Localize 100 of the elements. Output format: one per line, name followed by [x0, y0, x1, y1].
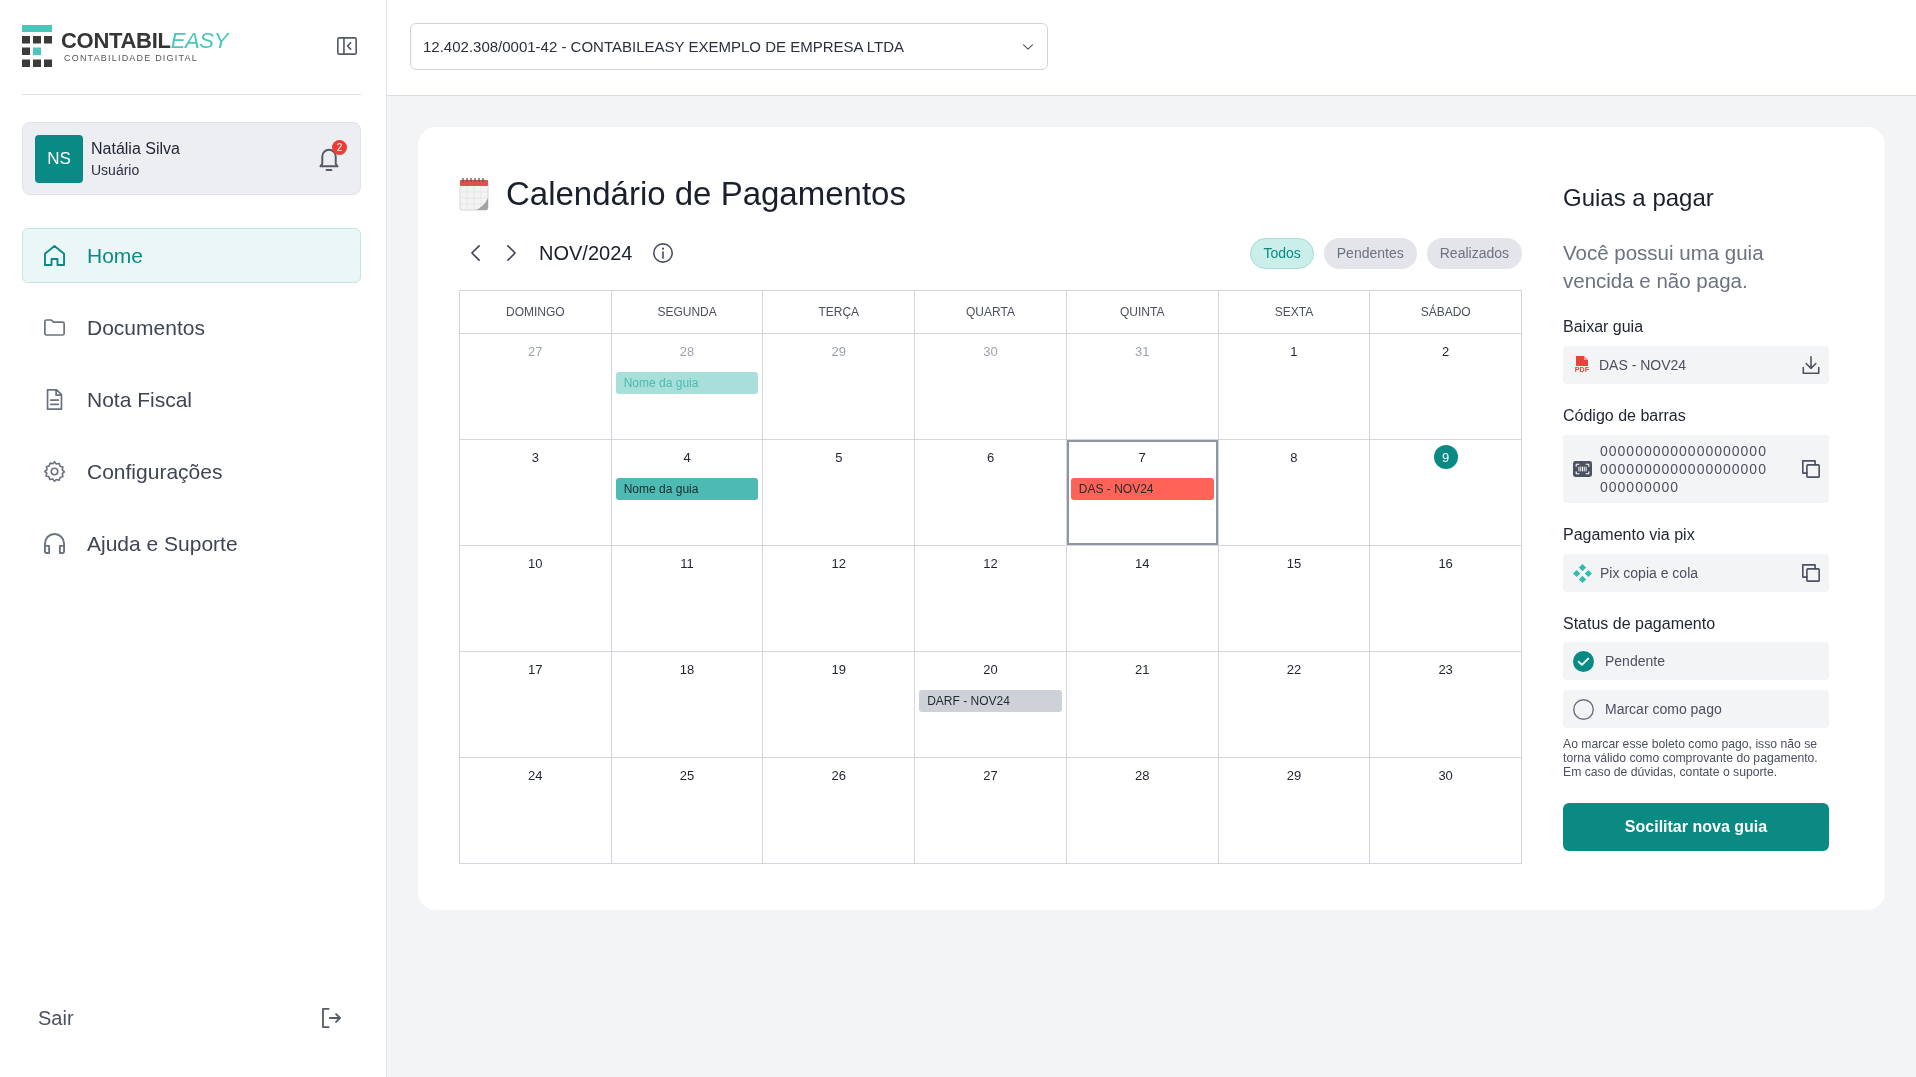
calendar-event[interactable]: Nome da guia	[615, 478, 759, 500]
section-label: Baixar guia	[1563, 317, 1645, 337]
calendar-day-cell[interactable]: 18	[611, 652, 764, 758]
day-number: 17	[528, 661, 543, 677]
day-number: 14	[1134, 555, 1150, 571]
day-number: 1	[1290, 343, 1298, 359]
chevron-down-icon	[1023, 43, 1033, 50]
day-number: 16	[1438, 555, 1453, 571]
copy-icon[interactable]	[1802, 460, 1820, 478]
calendar-day-cell[interactable]: 16	[1370, 546, 1522, 652]
calendar-day-cell[interactable]: 1	[1218, 334, 1371, 440]
calendar-day-cell[interactable]: 4 Nome da guia	[611, 440, 764, 546]
chevron-left-icon[interactable]	[471, 245, 480, 261]
download-icon[interactable]	[1802, 356, 1820, 374]
sidebar-collapse-icon[interactable]	[337, 37, 357, 55]
calendar-day-cell[interactable]: 3	[460, 440, 612, 546]
calendar-day-cell[interactable]: 10	[460, 546, 612, 652]
month-label: NOV/2024	[539, 241, 633, 265]
calendar-day-cell[interactable]: 2	[1370, 334, 1522, 440]
logout-icon	[322, 1008, 341, 1028]
page-title: Calendário de Pagamentos	[506, 175, 906, 213]
pix-label: Pix copia e cola	[1600, 565, 1700, 581]
calendar-day-cell[interactable]: 26	[763, 758, 916, 864]
company-select[interactable]: 12.402.308/0001-42 - CONTABILEASY EXEMPLO DE EMPRESA LTDA	[410, 23, 1048, 70]
day-number: 3	[531, 449, 539, 465]
panel-title: Guias a pagar	[1563, 183, 1715, 213]
weekday-header: QUARTA	[915, 291, 1067, 334]
weekday-header: QUINTA	[1066, 291, 1219, 334]
calendar-day-cell[interactable]: 12	[915, 546, 1067, 652]
notification-badge: 2	[332, 139, 347, 155]
calendar-day-cell[interactable]: 21	[1066, 652, 1219, 758]
calendar-event[interactable]: DARF - NOV24	[919, 690, 1062, 712]
day-number: 10	[528, 555, 543, 571]
day-number: 18	[679, 661, 695, 677]
filter-chip[interactable]: Pendentes	[1323, 237, 1417, 269]
calendar-day-cell[interactable]: 29	[1218, 758, 1371, 864]
calendar-day-cell[interactable]: 15	[1218, 546, 1371, 652]
day-number: 2	[1442, 343, 1450, 359]
weekday-header: SEXTA	[1218, 291, 1371, 334]
day-number: 29	[831, 343, 846, 359]
day-number: 20	[983, 661, 998, 677]
calendar-day-cell[interactable]: 5	[763, 440, 916, 546]
filter-chip[interactable]: Realizados	[1426, 237, 1522, 269]
calendar-day-cell[interactable]: 25	[611, 758, 764, 864]
day-number: 19	[831, 661, 846, 677]
day-number: 7	[1138, 449, 1146, 465]
calendar-day-cell[interactable]: 27	[915, 758, 1067, 864]
day-number: 31	[1134, 343, 1150, 359]
day-number: 25	[679, 767, 695, 783]
calendar-day-cell[interactable]: 8	[1218, 440, 1371, 546]
day-number: 29	[1286, 767, 1302, 783]
day-number: 9	[1433, 445, 1458, 469]
barcode-icon	[1573, 461, 1592, 477]
folder-icon	[44, 317, 65, 338]
weekday-header: TERÇA	[763, 291, 916, 334]
calendar-day-cell[interactable]: 22	[1218, 652, 1371, 758]
day-number: 28	[679, 343, 695, 359]
day-number: 8	[1290, 449, 1298, 465]
sidebar-nav-item[interactable]: Configurações	[22, 444, 361, 499]
weekday-header: SEGUNDA	[611, 291, 764, 334]
request-guide-button[interactable]: Socilitar nova guia	[1563, 803, 1829, 851]
status-option[interactable]: Marcar como pago	[1563, 690, 1829, 728]
logout-button[interactable]: Sair	[22, 1003, 361, 1033]
day-number: 30	[983, 343, 998, 359]
calendar-day-cell[interactable]: 17	[460, 652, 612, 758]
chevron-right-icon[interactable]	[507, 245, 516, 261]
logo-wordmark: CONTABILEASY	[61, 28, 229, 53]
calendar-day-cell[interactable]: 12	[763, 546, 916, 652]
headset-icon	[44, 533, 65, 554]
section-label: Código de barras	[1563, 406, 1687, 426]
copy-icon[interactable]	[1802, 564, 1820, 582]
calendar-day-cell[interactable]: 6	[915, 440, 1067, 546]
info-icon[interactable]	[653, 243, 674, 263]
day-number: 23	[1438, 661, 1453, 677]
user-role: Usuário	[91, 161, 140, 178]
sidebar-nav-item[interactable]: Home	[22, 228, 361, 283]
day-number: 4	[683, 449, 691, 465]
calendar-day-cell[interactable]: 23	[1370, 652, 1522, 758]
day-number: 22	[1286, 661, 1302, 677]
day-number: 6	[986, 449, 995, 465]
sidebar-nav-item[interactable]: Nota Fiscal	[22, 372, 361, 427]
barcode-number: 00000000000000000000000000000000000000000000000	[1600, 442, 1767, 496]
calendar-day-cell[interactable]: 19	[763, 652, 916, 758]
calendar-day-cell[interactable]: 9	[1370, 440, 1522, 546]
calendar-day-cell[interactable]: 20 DARF - NOV24	[915, 652, 1067, 758]
day-number: 12	[831, 555, 846, 571]
day-number: 15	[1286, 555, 1302, 571]
calendar-day-cell[interactable]: 7 DAS - NOV24	[1066, 440, 1219, 546]
weekday-header: SÁBADO	[1370, 291, 1522, 334]
sidebar-nav-item[interactable]: Ajuda e Suporte	[22, 516, 361, 571]
calendar-event[interactable]: DAS - NOV24	[1070, 478, 1214, 500]
calendar-day-cell[interactable]: 24	[460, 758, 612, 864]
calendar-day-cell[interactable]: 28	[1066, 758, 1219, 864]
sidebar-nav-item[interactable]: Documentos	[22, 300, 361, 355]
bell-icon[interactable]	[319, 146, 339, 171]
calendar-day-cell[interactable]: 30	[1370, 758, 1522, 864]
file-name: DAS - NOV24	[1599, 357, 1688, 373]
calendar-day-cell[interactable]: 14	[1066, 546, 1219, 652]
calendar-day-cell[interactable]: 11	[611, 546, 764, 652]
status-option[interactable]: Pendente	[1563, 642, 1829, 680]
